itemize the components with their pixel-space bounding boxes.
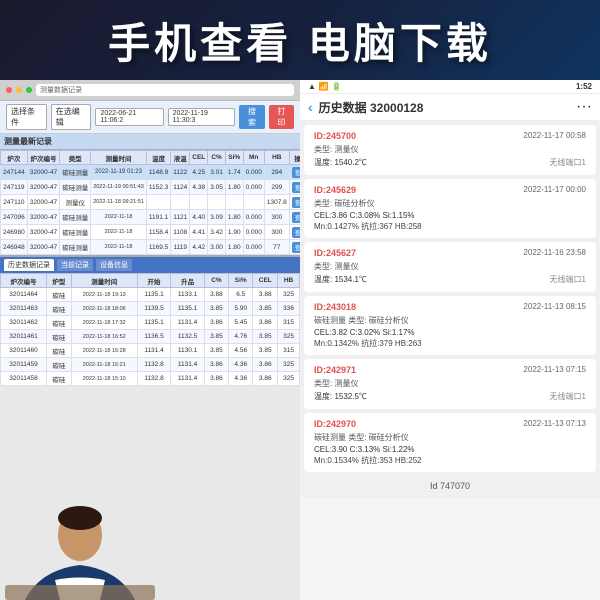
more-options-button[interactable]: ··· <box>576 98 592 116</box>
col-si: Si% <box>225 151 243 165</box>
search-button[interactable]: 搜索 <box>239 105 264 129</box>
col-mn: Mn <box>243 151 264 165</box>
list-item: ID:242970 2022-11-13 07:13 碳硅测量 类型: 碳硅分析… <box>304 413 596 472</box>
main-content: 测量数据记录 选择条件 在选编辑 2022-06-21 11:06:2 2022… <box>0 80 600 600</box>
top-banner: 手机查看 电脑下载 <box>0 0 600 80</box>
edit-label: 在选编辑 <box>51 104 92 130</box>
mobile-list: ID:245700 2022-11-17 00:58 类型: 测量仪 温度: 1… <box>300 121 600 498</box>
browser-url-bar[interactable]: 测量数据记录 <box>36 84 294 96</box>
browser-chrome: 测量数据记录 <box>0 80 300 101</box>
col-type: 类型 <box>60 151 91 165</box>
detail-button[interactable]: 查看 <box>292 227 300 238</box>
table-row: 32011462 碳硅 2022-11-18 17:32 1135.1 1131… <box>1 316 300 330</box>
col-id: 炉次 <box>1 151 28 165</box>
tab-history[interactable]: 历史数据记录 <box>4 259 54 271</box>
date-start: 2022-06-21 11:06:2 <box>95 108 163 126</box>
mobile-panel: ▲ 📶 🔋 1:52 ‹ 历史数据 32000128 ··· ID:245700… <box>300 80 600 600</box>
table-row: 32011459 碳硅 2022-11-18 16:21 1132.8 1131… <box>1 358 300 372</box>
print-button[interactable]: 打印 <box>269 105 294 129</box>
table-row: 32011464 碳硅 2022-11-18 19:13 1135.1 1133… <box>1 288 300 302</box>
col-liq: 液温 <box>171 151 190 165</box>
person-illustration <box>0 480 160 600</box>
detail-button[interactable]: 查看 <box>292 197 300 208</box>
list-item: ID:242971 2022-11-13 07:15 类型: 测量仪 温度: 1… <box>304 359 596 409</box>
col-cel: CEL <box>190 151 208 165</box>
table-row: 247110 32000-47 测量仪 2022-11-18 09:21:51 … <box>1 195 301 210</box>
detail-button[interactable]: 查看 <box>292 212 300 223</box>
table-row: 247119 32000-47 碳硅测量 2022-11-19 00:51:43… <box>1 180 301 195</box>
mobile-status-bar: ▲ 📶 🔋 1:52 <box>300 80 600 94</box>
col-temp: 温度 <box>146 151 170 165</box>
col-action: 操作 <box>289 151 300 165</box>
browser-dot-red <box>6 87 12 93</box>
list-item: ID:245627 2022-11-16 23:58 类型: 测量仪 温度: 1… <box>304 242 596 292</box>
top-data-table: 炉次 炉次编号 类型 测量时间 温度 液温 CEL C% Si% Mn HB 操… <box>0 150 300 255</box>
top-table-container: 炉次 炉次编号 类型 测量时间 温度 液温 CEL C% Si% Mn HB 操… <box>0 150 300 255</box>
detail-button[interactable]: 查看 <box>292 167 300 178</box>
bottom-table-section: 历史数据记录 当前记录 设备信息 炉次编号 炉型 测量时间 开始 升品 C% S… <box>0 255 300 386</box>
table-row: 246948 32000-47 碳硅测量 2022-11-18 1169.5 1… <box>1 240 301 255</box>
status-time: 1:52 <box>576 82 592 91</box>
condition-label: 选择条件 <box>6 104 47 130</box>
id-footer: Id 747070 <box>304 476 596 494</box>
detail-button[interactable]: 查看 <box>292 242 300 253</box>
mobile-nav-bar: ‹ 历史数据 32000128 ··· <box>300 94 600 121</box>
list-item: ID:245629 2022-11-17 00:00 类型: 碳硅分析仪 CEL… <box>304 179 596 238</box>
list-item: ID:245700 2022-11-17 00:58 类型: 测量仪 温度: 1… <box>304 125 596 175</box>
status-icons: ▲ 📶 🔋 <box>308 82 342 91</box>
table-row: 32011461 碳硅 2022-11-18 16:52 1136.5 1132… <box>1 330 300 344</box>
table-row: 32011458 碳硅 2022-11-18 15:10 1132.8 1131… <box>1 372 300 386</box>
table-title: 测量最新记录 <box>0 134 300 150</box>
browser-dot-yellow <box>16 87 22 93</box>
bottom-tabs: 历史数据记录 当前记录 设备信息 <box>0 257 300 273</box>
list-item: ID:243018 2022-11-13 08:15 碳硅测量 类型: 碳硅分析… <box>304 296 596 355</box>
mobile-page-title: 历史数据 32000128 <box>319 99 576 116</box>
person-area <box>0 480 160 600</box>
tab-device[interactable]: 设备信息 <box>96 259 132 271</box>
col-hb: HB <box>264 151 289 165</box>
bottom-data-table: 炉次编号 炉型 测量时间 开始 升品 C% Si% CEL HB 3201146… <box>0 273 300 386</box>
browser-dot-green <box>26 87 32 93</box>
tab-current[interactable]: 当前记录 <box>57 259 93 271</box>
table-row: 246980 32000-47 碳硅测量 2022-11-18 1158.4 1… <box>1 225 301 240</box>
table-row: 32011460 碳硅 2022-11-18 16:28 1131.4 1130… <box>1 344 300 358</box>
table-row: 247144 32000-47 碳硅测量 2022-11-19 01:23 11… <box>1 165 301 180</box>
col-furnace: 炉次编号 <box>27 151 59 165</box>
pc-panel: 测量数据记录 选择条件 在选编辑 2022-06-21 11:06:2 2022… <box>0 80 300 600</box>
table-toolbar: 选择条件 在选编辑 2022-06-21 11:06:2 2022-11-19 … <box>0 101 300 134</box>
table-row: 247096 32000-47 碳硅测量 2022-11-18 1191.1 1… <box>1 210 301 225</box>
col-c: C% <box>208 151 226 165</box>
col-time: 测量时间 <box>91 151 147 165</box>
banner-title: 手机查看 电脑下载 <box>108 10 492 71</box>
date-end: 2022-11-19 11:30:3 <box>168 108 236 126</box>
back-button[interactable]: ‹ <box>308 99 313 115</box>
table-row: 32011463 碳硅 2022-11-18 18:06 1139.5 1135… <box>1 302 300 316</box>
detail-button[interactable]: 查看 <box>292 182 300 193</box>
